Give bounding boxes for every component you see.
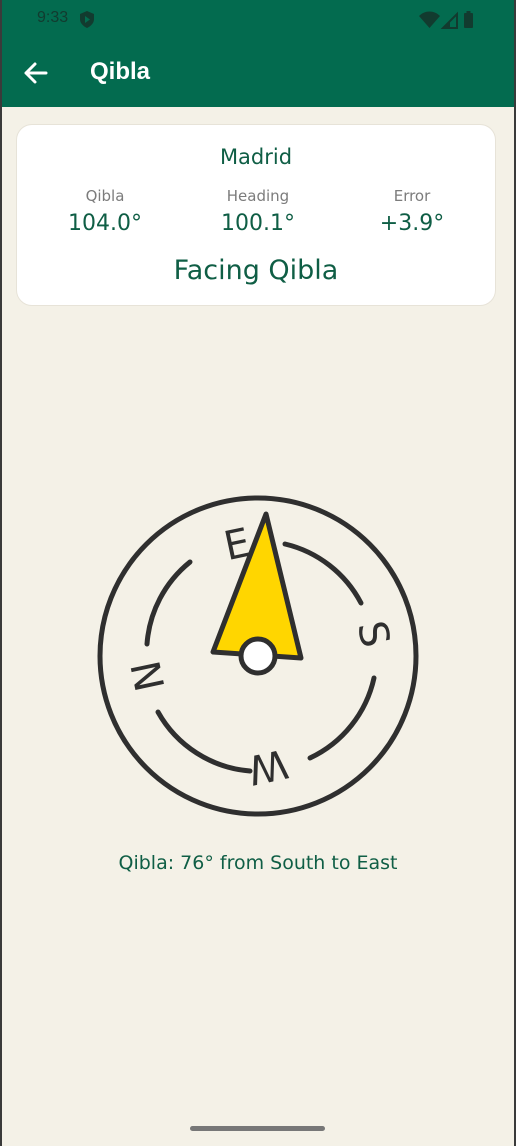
home-indicator[interactable]	[190, 1126, 325, 1131]
app-bar: 9:33 Qibla	[2, 0, 514, 107]
city-name: Madrid	[219, 145, 293, 169]
facing-status: Facing Qibla	[173, 255, 339, 286]
arrow-left-icon	[24, 62, 48, 84]
stat-qibla: Qibla 104.0°	[40, 187, 170, 236]
page-title: Qibla	[90, 58, 151, 85]
compass: E S W N	[97, 495, 419, 817]
stat-value: +3.9°	[379, 211, 445, 236]
wifi-icon	[419, 11, 440, 28]
qibla-direction-text: Qibla: 76° from South to East	[118, 852, 398, 874]
stat-label: Error	[393, 187, 431, 205]
compass-label-south: S	[348, 617, 398, 651]
status-time: 9:33	[37, 9, 69, 26]
signal-icon	[440, 11, 458, 29]
stat-label: Heading	[226, 187, 290, 205]
battery-icon	[464, 11, 473, 28]
status-icons	[419, 11, 473, 29]
stat-heading: Heading 100.1°	[193, 187, 323, 236]
compass-label-north: N	[123, 656, 174, 695]
stat-value: 100.1°	[221, 211, 295, 236]
stat-label: Qibla	[85, 187, 125, 205]
stat-value: 104.0°	[68, 211, 142, 236]
stat-error: Error +3.9°	[347, 187, 477, 236]
shield-icon	[80, 11, 94, 28]
status-bar: 9:33	[2, 0, 514, 40]
compass-label-west: W	[244, 739, 292, 792]
qibla-summary-card: Madrid Qibla 104.0° Heading 100.1° Error…	[16, 124, 496, 306]
qibla-screen: 9:33 Qibla Madrid Qibla 104.0° Heading 1…	[2, 0, 514, 1146]
back-button[interactable]	[16, 54, 56, 94]
